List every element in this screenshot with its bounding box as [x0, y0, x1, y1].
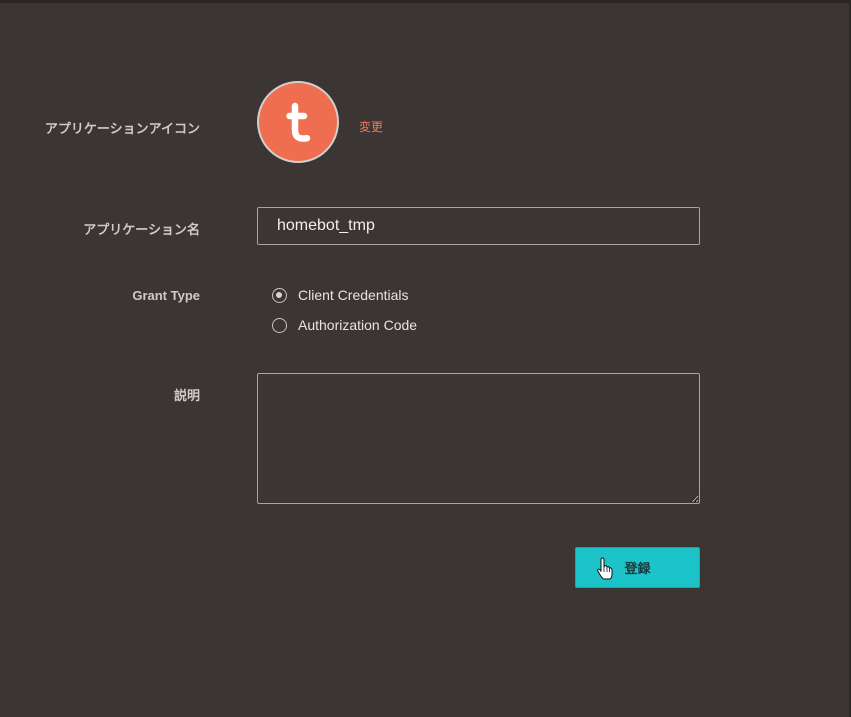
- app-icon-label: アプリケーションアイコン: [44, 121, 200, 136]
- app-icon-avatar: [257, 81, 339, 163]
- grant-type-label: Grant Type: [132, 288, 200, 303]
- description-label: 説明: [173, 388, 200, 403]
- radio-label: Client Credentials: [298, 287, 409, 303]
- grant-type-option-authorization-code[interactable]: Authorization Code: [272, 316, 417, 334]
- hand-pointer-icon: [597, 557, 613, 580]
- top-border: [0, 0, 851, 3]
- register-button[interactable]: 登録: [575, 547, 700, 588]
- change-icon-link[interactable]: 変更: [359, 118, 383, 135]
- description-textarea[interactable]: [257, 373, 700, 504]
- radio-button[interactable]: [272, 317, 287, 333]
- app-logo-icon: [286, 102, 311, 142]
- radio-button-selected[interactable]: [272, 287, 287, 303]
- radio-label: Authorization Code: [298, 317, 418, 333]
- app-name-input[interactable]: [257, 207, 700, 245]
- app-name-label: アプリケーション名: [83, 222, 200, 237]
- grant-type-option-client-credentials[interactable]: Client Credentials: [272, 286, 409, 304]
